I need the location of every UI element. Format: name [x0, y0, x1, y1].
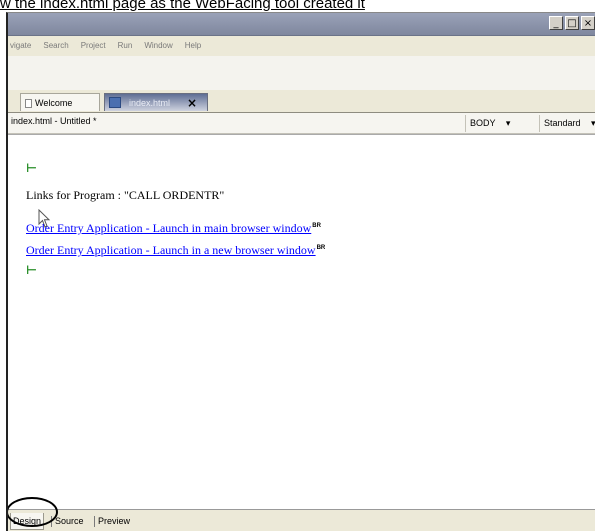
page-caption: w the index.html page as the WebFacing t… — [0, 0, 365, 12]
menu-run[interactable]: Run — [118, 36, 133, 56]
menu-search[interactable]: Search — [43, 36, 68, 56]
br-marker: BR — [316, 245, 326, 251]
tab-design[interactable]: Design — [10, 513, 45, 530]
link-new-window[interactable]: Order Entry Application - Launch in a ne… — [26, 243, 325, 258]
br-marker: BR — [312, 223, 321, 229]
tab-separator — [51, 516, 52, 527]
tab-index-label: index.html — [129, 98, 171, 108]
close-icon[interactable]: × — [187, 94, 197, 112]
tab-preview[interactable]: Preview — [96, 513, 132, 529]
menu-project[interactable]: Project — [81, 36, 106, 56]
chevron-down-icon: ▾ — [591, 118, 595, 128]
toolbar — [8, 56, 595, 91]
style-selector[interactable]: Standard ▾ — [539, 115, 595, 132]
tag-selector[interactable]: BODY ▾ — [465, 115, 533, 132]
close-window-button[interactable]: × — [581, 16, 595, 30]
link-main-window[interactable]: Order Entry Application - Launch in main… — [26, 221, 321, 236]
menu-navigate[interactable]: vigate — [10, 36, 31, 56]
style-selector-value: Standard — [544, 118, 581, 128]
tab-index-html[interactable]: index.html × — [104, 93, 208, 111]
maximize-button[interactable]: □ — [565, 16, 579, 30]
paragraph-marker-icon: ⊢ — [26, 263, 37, 277]
menu-window[interactable]: Window — [144, 36, 172, 56]
design-canvas[interactable]: ⊢ Links for Program : "CALL ORDENTR" Ord… — [8, 134, 595, 510]
window-controls: _ □ × — [549, 16, 595, 30]
editor-header: index.html - Untitled * BODY ▾ Standard … — [8, 113, 595, 134]
menu-help[interactable]: Help — [185, 36, 201, 56]
link-new-window-text: Order Entry Application - Launch in a ne… — [26, 243, 316, 257]
tab-welcome[interactable]: Welcome — [20, 93, 100, 111]
title-bar: _ □ × — [8, 13, 595, 36]
menu-bar: vigate Search Project Run Window Help — [8, 36, 595, 56]
minimize-button[interactable]: _ — [549, 16, 563, 30]
editor-tab-row: Welcome index.html × — [8, 90, 595, 113]
link-main-window-text: Order Entry Application - Launch in main… — [26, 221, 312, 235]
tag-selector-value: BODY — [470, 118, 496, 128]
file-title: index.html - Untitled * — [11, 116, 97, 126]
tab-welcome-label: Welcome — [35, 98, 73, 108]
doc-icon — [25, 99, 32, 109]
page-icon — [109, 97, 121, 108]
tab-separator — [94, 516, 95, 527]
view-tabs: Design Source Preview — [8, 509, 595, 531]
ide-window: _ □ × vigate Search Project Run Window H… — [6, 12, 595, 531]
chevron-down-icon: ▾ — [505, 118, 511, 128]
paragraph-marker-icon: ⊢ — [26, 161, 37, 175]
tab-source[interactable]: Source — [53, 513, 86, 529]
program-heading: Links for Program : "CALL ORDENTR" — [26, 188, 225, 202]
